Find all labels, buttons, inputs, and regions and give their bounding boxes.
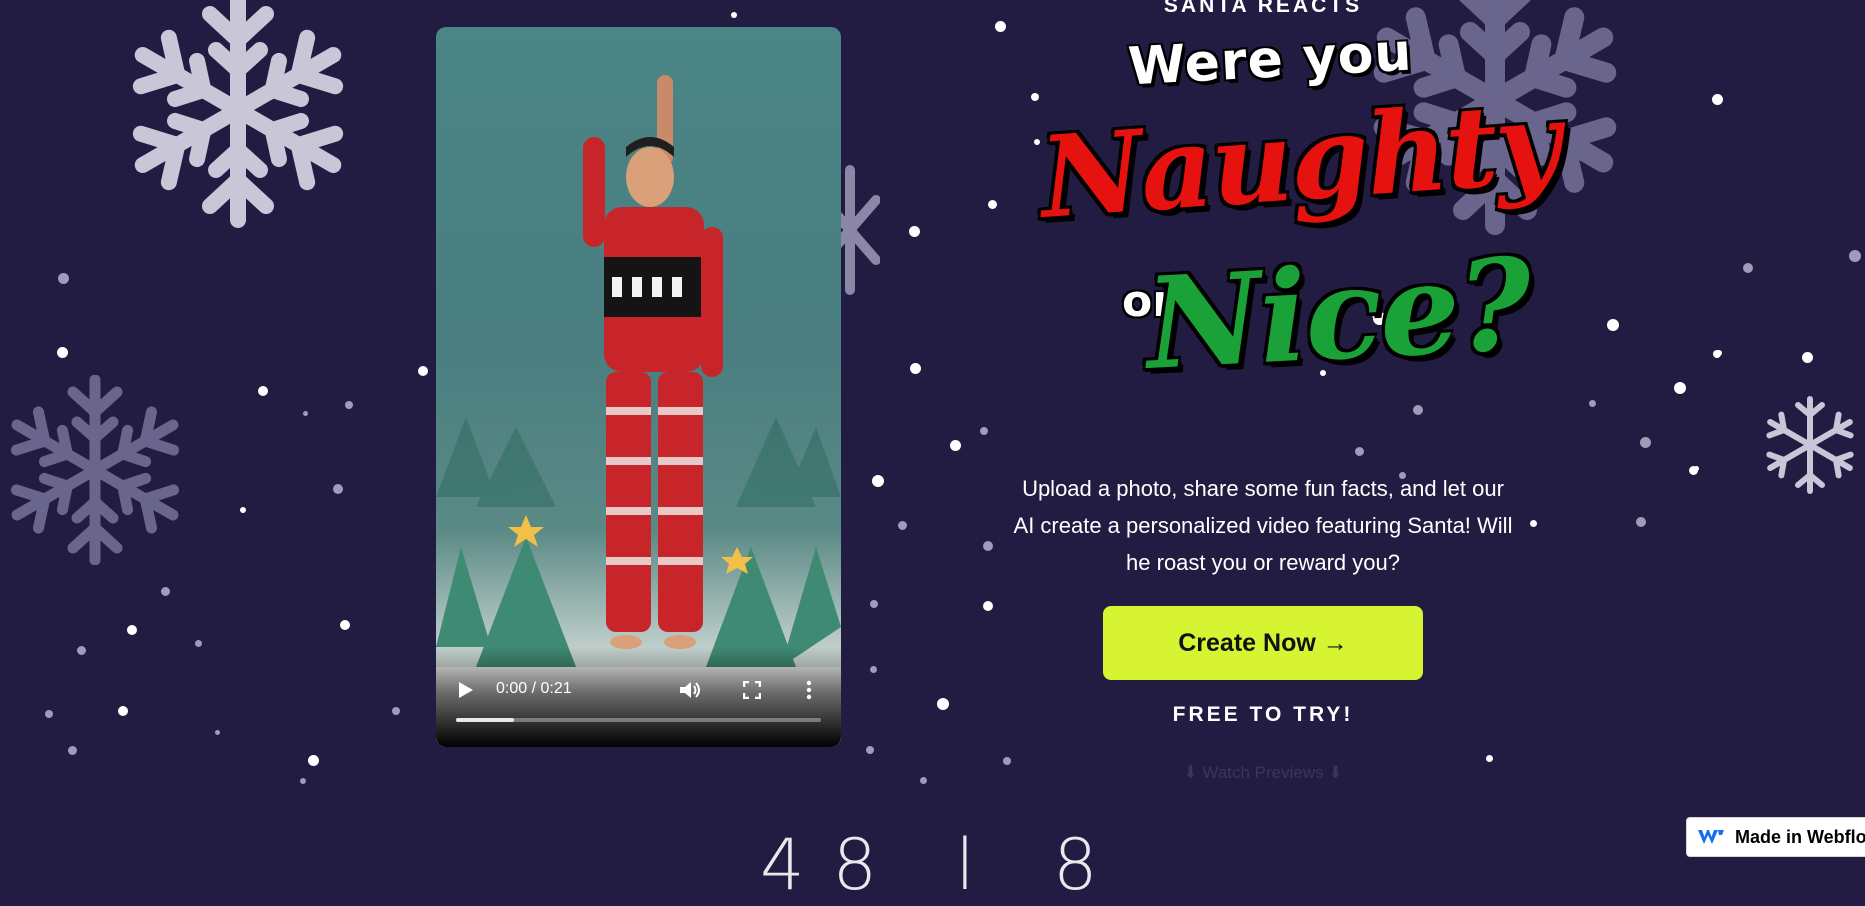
snowflake-icon — [118, 0, 358, 230]
eyebrow-label: SANTA REACTS — [1163, 0, 1363, 17]
play-icon[interactable] — [458, 681, 474, 699]
video-time-display: 0:00 / 0:21 — [496, 680, 572, 697]
watch-previews-link[interactable]: ⬇ Watch Previews ⬇ — [1063, 763, 1463, 783]
volume-icon[interactable] — [679, 680, 701, 700]
video-controls: 0:00 / 0:21 — [436, 647, 841, 747]
create-now-button[interactable]: Create Now → — [1103, 606, 1423, 680]
more-options-icon[interactable] — [806, 680, 812, 700]
title-naughty: Naughty — [1036, 77, 1563, 244]
santa-preview-video[interactable]: 0:00 / 0:21 — [436, 27, 841, 747]
snowflake-icon — [1760, 396, 1860, 495]
webflow-badge-label: Made in Webflow — [1735, 826, 1865, 847]
snowflake-icon — [0, 375, 190, 565]
hero-description: Upload a photo, share some fun facts, an… — [1013, 476, 1513, 575]
partial-heading-text: 48 l 8 — [760, 824, 1126, 906]
title-were-you: Were you — [1126, 22, 1414, 98]
title-nice: Nice? — [1142, 230, 1534, 398]
video-frame-illustration — [436, 75, 841, 747]
video-progress-bar[interactable] — [456, 718, 821, 722]
snowfall-background — [0, 0, 1865, 863]
made-in-webflow-badge[interactable]: Made in Webflow — [1686, 817, 1865, 857]
video-progress-fill — [456, 718, 515, 722]
person-figure — [583, 75, 723, 649]
fullscreen-icon[interactable] — [743, 681, 761, 699]
webflow-logo-icon — [1695, 825, 1727, 849]
free-to-try-label: FREE TO TRY! — [1172, 703, 1354, 726]
